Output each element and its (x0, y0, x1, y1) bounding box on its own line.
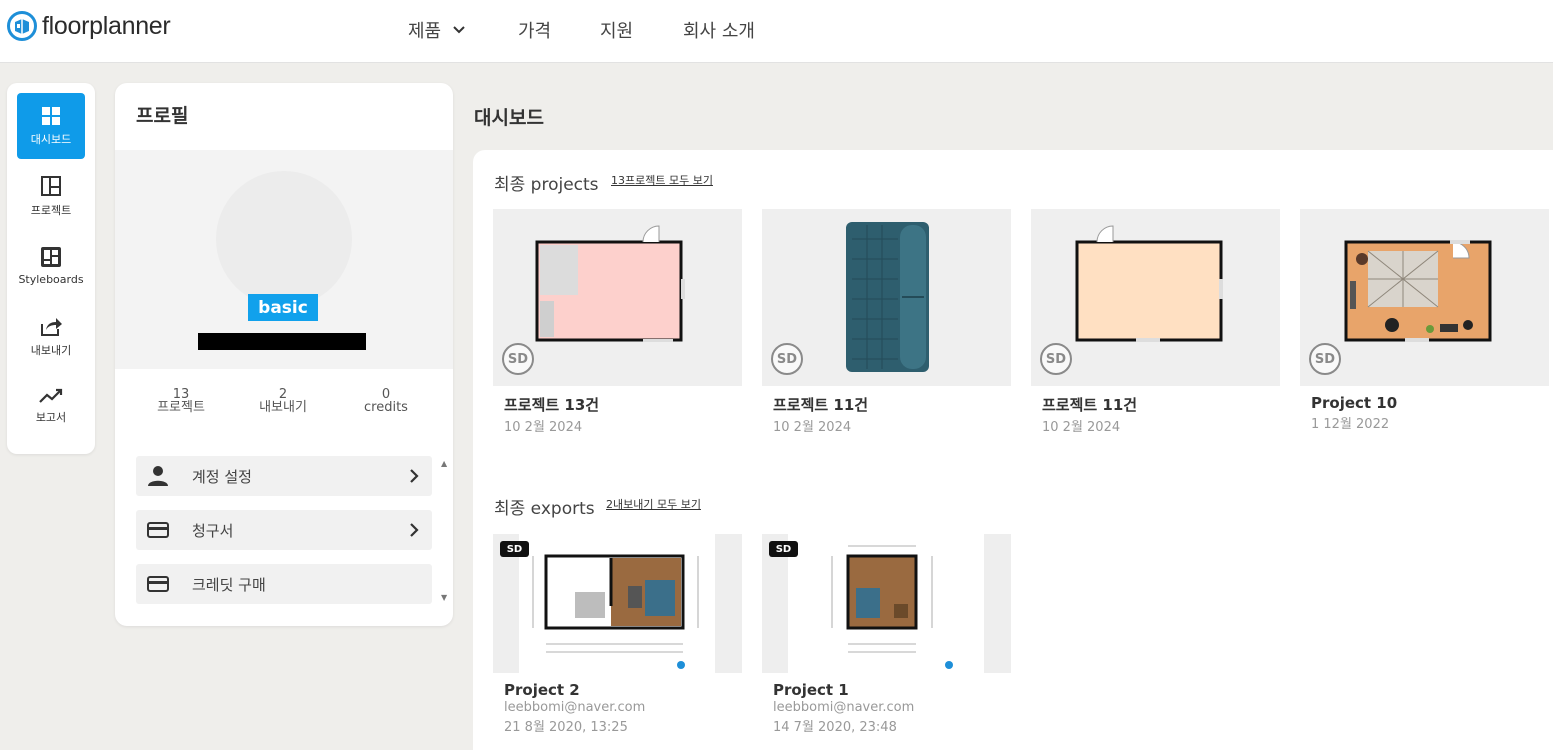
nav-products-label: 제품 (408, 21, 442, 42)
project-card[interactable]: SD 프로젝트 11건 10 2월 2024 (762, 209, 1011, 435)
credit-card-icon (147, 522, 169, 538)
stat-label: credits (364, 400, 408, 415)
floorplanner-logo-icon (7, 11, 37, 41)
project-thumbnail: SD (1031, 209, 1280, 386)
export-icon (41, 317, 62, 336)
sidebar-rail: 대시보드 프로젝트 Styleboards 내보내기 보고서 (7, 83, 95, 454)
sd-badge: SD (1040, 343, 1072, 375)
stat-label: 프로젝트 (157, 400, 205, 415)
logo[interactable]: floorplanner (7, 11, 171, 41)
menu-billing[interactable]: 청구서 (136, 510, 432, 550)
profile-hero: basic (115, 150, 453, 369)
sidebar-item-styleboards[interactable]: Styleboards (17, 233, 85, 299)
sd-badge: SD (502, 343, 534, 375)
project-thumbnail: SD (493, 209, 742, 386)
export-thumbnail: SD (762, 534, 1011, 673)
nav-support[interactable]: 지원 (600, 17, 633, 43)
sidebar-item-label: 내보내기 (30, 343, 72, 357)
stat-exports: 2 내보내기 (233, 388, 333, 414)
sidebar-item-reports[interactable]: 보고서 (17, 373, 85, 439)
export-card[interactable]: SD Project 1 leebbomi@naver.com 14 7월 20… (762, 534, 1011, 735)
dashboard-icon (42, 106, 60, 125)
stat-credits: 0 credits (336, 388, 436, 414)
project-title: Project 10 (1311, 394, 1398, 412)
sidebar-item-exports[interactable]: 내보내기 (17, 303, 85, 369)
view-all-exports-link[interactable]: 2내보내기 모두 보기 (606, 496, 701, 512)
recent-exports-title: 최종 exports (494, 499, 595, 519)
project-date: 1 12월 2022 (1311, 417, 1390, 432)
top-bar: floorplanner 제품 가격 지원 회사 소개 (0, 0, 1553, 63)
project-thumbnail: SD (762, 209, 1011, 386)
redacted-username (198, 333, 366, 350)
sd-badge: SD (500, 541, 529, 557)
logo-text: floorplanner (42, 11, 171, 40)
profile-title: 프로필 (136, 105, 189, 127)
dashboard-panel: 최종 projects 13프로젝트 모두 보기 SD 프로젝트 13건 10 … (473, 150, 1553, 750)
plan-badge: basic (248, 294, 318, 321)
project-card[interactable]: SD 프로젝트 11건 10 2월 2024 (1031, 209, 1280, 435)
page-title: 대시보드 (474, 107, 544, 129)
recent-projects-title: 최종 projects (494, 175, 599, 195)
sidebar-item-label: 프로젝트 (30, 203, 72, 217)
user-icon (148, 466, 168, 486)
project-title: 프로젝트 11건 (773, 396, 869, 414)
sd-badge: SD (769, 541, 798, 557)
project-card[interactable]: SD 프로젝트 13건 10 2월 2024 (493, 209, 742, 435)
chevron-right-icon (410, 469, 419, 483)
project-title: 프로젝트 11건 (1042, 396, 1138, 414)
sidebar-item-dashboard[interactable]: 대시보드 (17, 93, 85, 159)
avatar[interactable] (216, 171, 352, 307)
export-card[interactable]: SD Project 2 leebbomi@naver.com 21 8월 20… (493, 534, 742, 735)
menu-account-settings[interactable]: 계정 설정 (136, 456, 432, 496)
project-date: 10 2월 2024 (504, 420, 583, 435)
export-email: leebbomi@naver.com (773, 700, 915, 715)
profile-panel: 프로필 basic 13 프로젝트 2 내보내기 0 credits 계정 설정 (115, 83, 453, 626)
chevron-right-icon (410, 523, 419, 537)
export-title: Project 2 (504, 681, 580, 699)
export-email: leebbomi@naver.com (504, 700, 646, 715)
scroll-up-arrow[interactable]: ▲ (441, 459, 447, 468)
sidebar-item-label: 보고서 (35, 410, 67, 424)
nav-products[interactable]: 제품 (408, 17, 466, 43)
menu-label: 청구서 (192, 521, 234, 540)
export-thumbnail: SD (493, 534, 742, 673)
scroll-down-arrow[interactable]: ▼ (441, 593, 447, 602)
sidebar-item-label: 대시보드 (30, 132, 72, 146)
styleboard-icon (41, 247, 61, 267)
project-date: 10 2월 2024 (773, 420, 852, 435)
sd-badge: SD (1309, 343, 1341, 375)
export-date: 21 8월 2020, 13:25 (504, 720, 628, 735)
menu-buy-credits[interactable]: 크레딧 구매 (136, 564, 432, 604)
menu-label: 계정 설정 (192, 467, 252, 486)
view-all-projects-link[interactable]: 13프로젝트 모두 보기 (611, 172, 713, 188)
project-card[interactable]: SD Project 10 1 12월 2022 (1300, 209, 1549, 432)
menu-label: 크레딧 구매 (192, 575, 266, 594)
trend-chart-icon (39, 388, 63, 403)
floorplan-icon (41, 175, 61, 196)
chevron-down-icon (453, 26, 465, 34)
sidebar-item-label: Styleboards (18, 273, 84, 286)
nav-pricing[interactable]: 가격 (518, 17, 551, 43)
sd-badge: SD (771, 343, 803, 375)
export-title: Project 1 (773, 681, 849, 699)
stat-label: 내보내기 (259, 400, 307, 415)
sidebar-item-projects[interactable]: 프로젝트 (17, 163, 85, 229)
export-date: 14 7월 2020, 23:48 (773, 720, 897, 735)
project-date: 10 2월 2024 (1042, 420, 1121, 435)
project-thumbnail: SD (1300, 209, 1549, 386)
nav-about[interactable]: 회사 소개 (683, 17, 755, 43)
credit-card-icon (147, 576, 169, 592)
stat-projects: 13 프로젝트 (131, 388, 231, 414)
project-title: 프로젝트 13건 (504, 396, 600, 414)
